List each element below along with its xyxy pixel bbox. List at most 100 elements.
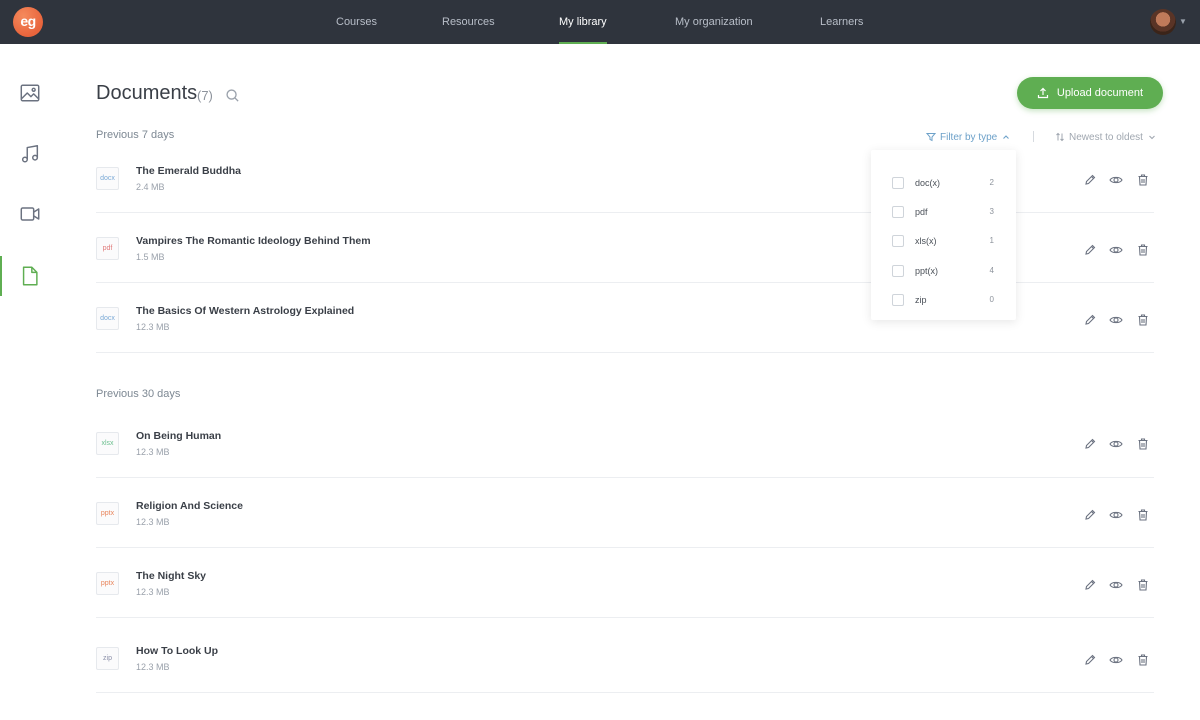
filter-option-pdf[interactable]: pdf 3 (871, 199, 1016, 228)
toolbar-divider (1033, 131, 1034, 142)
filter-option-label: doc(x) (915, 178, 941, 188)
eye-icon[interactable] (1109, 173, 1123, 187)
document-name[interactable]: How To Look Up (136, 645, 218, 657)
document-row[interactable]: xlsx On Being Human 12.3 MB (96, 408, 1154, 478)
nav-courses[interactable]: Courses (336, 0, 377, 44)
edit-icon[interactable] (1083, 508, 1097, 522)
section-label-previous-30-days: Previous 30 days (96, 388, 181, 400)
pptx-file-icon: pptx (96, 572, 119, 595)
docx-file-icon: docx (96, 167, 119, 190)
nav-learners[interactable]: Learners (820, 0, 863, 44)
filter-option-count: 2 (989, 178, 994, 187)
nav-my-organization[interactable]: My organization (675, 0, 753, 44)
chevron-up-icon (1003, 135, 1010, 139)
edit-icon[interactable] (1083, 313, 1097, 327)
chevron-down-icon (1149, 135, 1155, 140)
filter-icon (926, 133, 936, 142)
trash-icon[interactable] (1136, 313, 1150, 327)
sidebar-item-videos[interactable] (0, 194, 60, 234)
document-row[interactable]: pptx Religion And Science 12.3 MB (96, 478, 1154, 548)
filter-label: Filter by type (940, 131, 998, 143)
filter-option-label: ppt(x) (915, 266, 939, 276)
filter-option-label: pdf (915, 207, 928, 217)
document-size: 12.3 MB (136, 447, 170, 457)
document-size: 12.3 MB (136, 517, 170, 527)
edit-icon[interactable] (1083, 243, 1097, 257)
eye-icon[interactable] (1109, 313, 1123, 327)
edit-icon[interactable] (1083, 578, 1097, 592)
filter-checkbox[interactable] (892, 206, 904, 218)
chevron-down-icon[interactable]: ▼ (1179, 14, 1187, 30)
filter-checkbox[interactable] (892, 177, 904, 189)
zip-file-icon: zip (96, 647, 119, 670)
trash-icon[interactable] (1136, 173, 1150, 187)
filter-option-docx[interactable]: doc(x) 2 (871, 170, 1016, 199)
filter-by-type-dropdown: doc(x) 2 pdf 3 xls(x) 1 ppt(x) 4 zip 0 (871, 150, 1016, 320)
eye-icon[interactable] (1109, 437, 1123, 451)
filter-by-type-toggle[interactable]: Filter by type (926, 130, 1011, 144)
document-size: 1.5 MB (136, 252, 165, 262)
trash-icon[interactable] (1136, 508, 1150, 522)
trash-icon[interactable] (1136, 437, 1150, 451)
eye-icon[interactable] (1109, 243, 1123, 257)
document-row[interactable]: zip How To Look Up 12.3 MB (96, 618, 1154, 693)
trash-icon[interactable] (1136, 243, 1150, 257)
document-icon (22, 266, 38, 286)
sidebar-item-audio[interactable] (0, 134, 60, 174)
document-count: (7) (197, 88, 213, 103)
nav-resources[interactable]: Resources (442, 0, 495, 44)
edit-icon[interactable] (1083, 173, 1097, 187)
nav-my-library[interactable]: My library (559, 0, 607, 44)
search-icon[interactable] (225, 88, 240, 103)
upload-document-button[interactable]: Upload document (1017, 77, 1163, 109)
filter-option-label: xls(x) (915, 236, 937, 246)
document-name[interactable]: On Being Human (136, 430, 221, 442)
document-size: 12.3 MB (136, 322, 170, 332)
filter-checkbox[interactable] (892, 294, 904, 306)
top-navigation-bar: eg Courses Resources My library My organ… (0, 0, 1200, 44)
filter-option-count: 0 (989, 295, 994, 304)
filter-option-zip[interactable]: zip 0 (871, 287, 1016, 316)
section-label-previous-7-days: Previous 7 days (96, 129, 175, 141)
edit-icon[interactable] (1083, 653, 1097, 667)
filter-option-count: 4 (989, 266, 994, 275)
filter-option-count: 1 (989, 236, 994, 245)
music-icon (21, 145, 39, 163)
image-icon (20, 84, 40, 102)
trash-icon[interactable] (1136, 653, 1150, 667)
edit-icon[interactable] (1083, 437, 1097, 451)
docx-file-icon: docx (96, 307, 119, 330)
filter-option-xlsx[interactable]: xls(x) 1 (871, 228, 1016, 257)
sidebar-item-images[interactable] (0, 73, 60, 113)
document-name[interactable]: The Night Sky (136, 570, 206, 582)
upload-icon (1037, 87, 1048, 99)
page-title: Documents (96, 82, 198, 104)
eye-icon[interactable] (1109, 653, 1123, 667)
filter-option-pptx[interactable]: ppt(x) 4 (871, 258, 1016, 287)
sidebar-item-documents[interactable] (0, 256, 60, 296)
sort-toggle[interactable]: Newest to oldest (1055, 130, 1157, 144)
pptx-file-icon: pptx (96, 502, 119, 525)
eye-icon[interactable] (1109, 508, 1123, 522)
filter-option-count: 3 (989, 207, 994, 216)
video-icon (20, 207, 40, 221)
trash-icon[interactable] (1136, 578, 1150, 592)
document-size: 2.4 MB (136, 182, 165, 192)
app-logo[interactable]: eg (13, 7, 43, 37)
document-name[interactable]: The Emerald Buddha (136, 165, 241, 177)
xlsx-file-icon: xlsx (96, 432, 119, 455)
document-name[interactable]: The Basics Of Western Astrology Explaine… (136, 305, 354, 317)
filter-option-label: zip (915, 295, 927, 305)
sort-label: Newest to oldest (1069, 131, 1143, 143)
sort-icon (1056, 132, 1064, 142)
document-size: 12.3 MB (136, 587, 170, 597)
document-name[interactable]: Vampires The Romantic Ideology Behind Th… (136, 235, 371, 247)
eye-icon[interactable] (1109, 578, 1123, 592)
filter-checkbox[interactable] (892, 235, 904, 247)
filter-checkbox[interactable] (892, 265, 904, 277)
document-row[interactable]: pptx The Night Sky 12.3 MB (96, 548, 1154, 618)
user-avatar[interactable] (1150, 9, 1176, 35)
media-type-sidebar (0, 44, 60, 720)
document-size: 12.3 MB (136, 662, 170, 672)
document-name[interactable]: Religion And Science (136, 500, 243, 512)
